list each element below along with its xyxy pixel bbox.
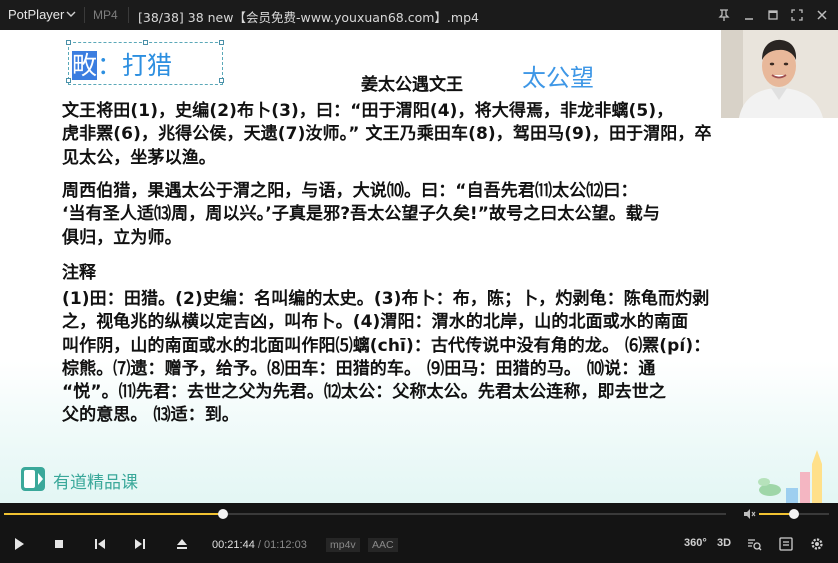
- current-time: 00:21:44: [212, 539, 255, 551]
- previous-icon[interactable]: [92, 536, 108, 552]
- notes-heading: 注释: [62, 263, 96, 283]
- subtitle-search-icon[interactable]: [746, 536, 762, 552]
- playlist-icon[interactable]: [778, 536, 794, 552]
- divider: [128, 7, 129, 23]
- brand-logo-icon: [21, 467, 45, 491]
- resize-handle[interactable]: [66, 40, 71, 45]
- text-line: 见太公，坐茅以渔。: [62, 147, 216, 168]
- highlighted-char: 畋: [72, 51, 98, 80]
- notes-body: (1)田：田猎。(2)史编：名叫编的太史。(3)布卜：布，陈；卜，灼剥龟：陈龟而…: [62, 288, 710, 428]
- text-line: 文王将田(1)，史编(2)布卜(3)，曰：“田于渭阳(4)，将大得焉，非龙非螭(…: [62, 101, 674, 121]
- document-title: 姜太公遇文王: [361, 75, 463, 95]
- text-line: 之，视龟兆的纵横以定吉凶，叫布卜。(4)渭阳：渭水的北岸，山的北面或水的南面: [62, 312, 689, 333]
- format-label: MP4: [93, 8, 118, 22]
- text-line: 叫作阴，山的南面或水的北面叫作阳⑸螭(chī)：古代传说中没有角的龙。 ⑹罴(p…: [62, 335, 711, 356]
- gear-icon[interactable]: [809, 536, 825, 552]
- video-frame[interactable]: 畋：打猎 姜太公遇文王 太公望 文王将田(1)，史编(2)布卜(3)，曰：“田于…: [0, 30, 838, 503]
- play-icon[interactable]: [11, 536, 27, 552]
- close-icon[interactable]: [814, 7, 830, 23]
- seek-track[interactable]: [4, 509, 726, 519]
- pin-icon[interactable]: [716, 7, 732, 23]
- 3d-button[interactable]: 3D: [717, 537, 731, 549]
- seek-handle[interactable]: [217, 509, 228, 519]
- seek-bar[interactable]: [0, 503, 838, 525]
- text-line: 俱归，立为师。: [62, 227, 182, 248]
- window-title: [38/38] 38 new【会员免费-www.youxuan68.com】.m…: [138, 10, 479, 25]
- side-annotation: 太公望: [522, 64, 594, 92]
- annotation-rest: ：打猎: [97, 51, 173, 80]
- volume-handle[interactable]: [789, 509, 799, 519]
- decorative-plant-icon: [758, 450, 822, 503]
- volume-slider[interactable]: [759, 509, 829, 519]
- resize-handle[interactable]: [219, 78, 224, 83]
- maximize-icon[interactable]: [765, 7, 781, 23]
- text-line: 虎非罴(6)，兆得公侯，天遗(7)汝师。” 文王乃乘田车(8)，驾田马(9)，田…: [62, 124, 712, 145]
- paragraph-1: 文王将田(1)，史编(2)布卜(3)，曰：“田于渭阳(4)，将大得焉，非龙非螭(…: [62, 100, 712, 170]
- divider: [84, 7, 85, 23]
- seek-progress: [4, 513, 223, 515]
- text-line: ‘当有圣人适⒀周，周以兴。’子真是邪?吾太公望子久矣!”故号之曰太公望。载与: [62, 204, 661, 225]
- eject-icon[interactable]: [174, 536, 190, 552]
- time-display: 00:21:44 / 01:12:03: [212, 539, 307, 551]
- stop-icon[interactable]: [51, 536, 67, 552]
- minimize-icon[interactable]: [741, 7, 757, 23]
- time-separator: /: [254, 539, 264, 551]
- resize-handle[interactable]: [219, 40, 224, 45]
- next-icon[interactable]: [132, 536, 148, 552]
- total-time: 01:12:03: [264, 539, 307, 551]
- text-line: (1)田：田猎。(2)史编：名叫编的太史。(3)布卜：布，陈；卜，灼剥龟：陈龟而…: [62, 289, 710, 309]
- title-bar: PotPlayer MP4 [38/38] 38 new【会员免费-www.yo…: [0, 0, 838, 30]
- fullscreen-icon[interactable]: [789, 7, 805, 23]
- brand-name: 有道精品课: [53, 473, 138, 493]
- video-codec-badge[interactable]: mp4v: [326, 538, 360, 552]
- app-logo-menu[interactable]: PotPlayer: [8, 7, 64, 22]
- text-line: 父的意思。 ⒀适：到。: [62, 405, 240, 426]
- chevron-down-icon[interactable]: [66, 9, 76, 19]
- paragraph-2: 周西伯猎，果遇太公于渭之阳，与语，大说⑽。曰：“自吾先君⑾太公⑿曰： ‘当有圣人…: [62, 180, 660, 250]
- volume-icon[interactable]: [742, 507, 756, 521]
- audio-codec-badge[interactable]: AAC: [368, 538, 398, 552]
- resize-handle[interactable]: [143, 40, 148, 45]
- text-line: 棕熊。⑺遗：赠予，给予。⑻田车：田猎的车。 ⑼田马：田猎的马。 ⑽说：通: [62, 358, 656, 379]
- text-line: 周西伯猎，果遇太公于渭之阳，与语，大说⑽。曰：“自吾先君⑾太公⑿曰：: [62, 181, 638, 201]
- presenter-webcam: [721, 30, 838, 118]
- annotation-text: 畋：打猎: [72, 46, 172, 82]
- resize-handle[interactable]: [66, 78, 71, 83]
- text-line: “悦”。⑾先君：去世之父为先君。⑿太公：父称太公。先君太公连称，即去世之: [62, 382, 666, 403]
- vr-360-button[interactable]: 360°: [684, 537, 707, 549]
- control-bar: 00:21:44 / 01:12:03 mp4v AAC 360° 3D: [0, 525, 838, 563]
